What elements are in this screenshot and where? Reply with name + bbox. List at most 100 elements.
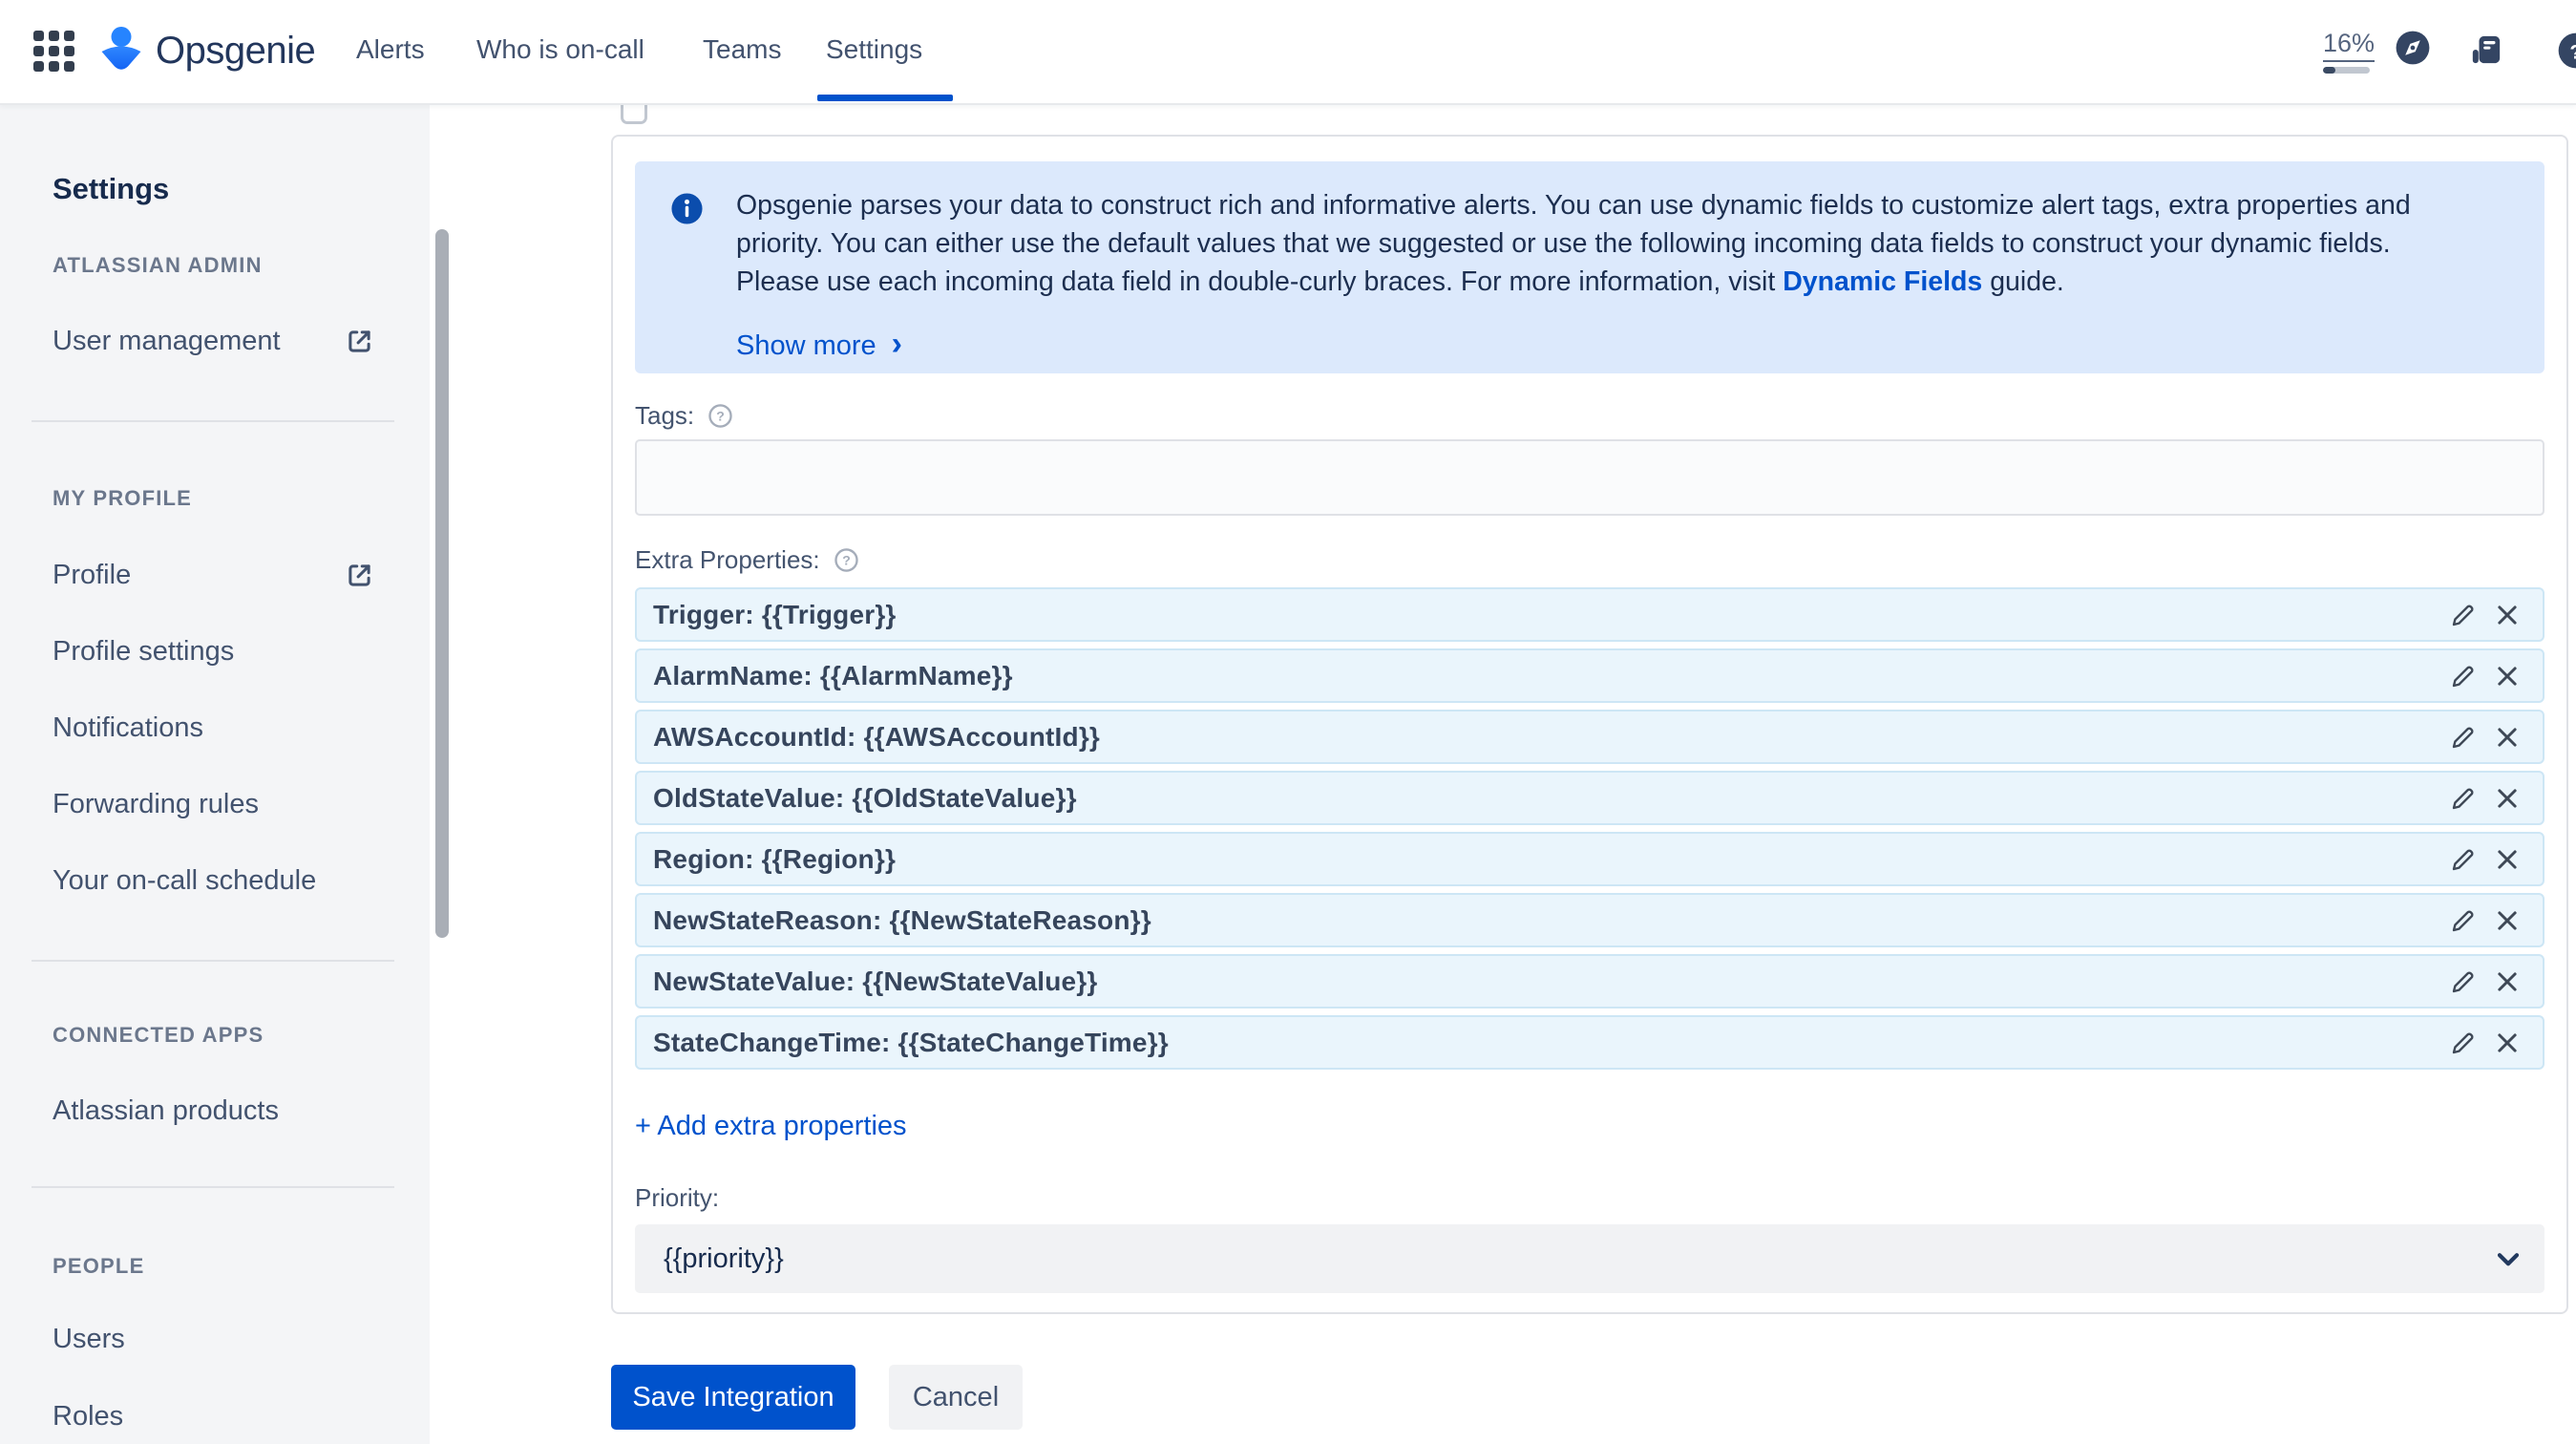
- x-icon: [2498, 666, 2517, 686]
- property-row: AWSAccountId: {{AWSAccountId}}: [635, 710, 2544, 764]
- property-row: Region: {{Region}}: [635, 832, 2544, 886]
- edit-property-button[interactable]: [2447, 843, 2480, 876]
- opsgenie-logo-icon: [101, 27, 141, 70]
- nav-tab-teams[interactable]: Teams: [703, 34, 781, 65]
- form-actions: Save Integration Cancel: [611, 1365, 1023, 1430]
- section-header-connected-apps: CONNECTED APPS: [53, 1023, 264, 1047]
- external-link-icon: [348, 564, 370, 586]
- pencil-icon: [2452, 971, 2474, 992]
- priority-value: {{priority}}: [664, 1242, 784, 1274]
- help-circle-icon[interactable]: ?: [834, 547, 859, 573]
- delete-property-button[interactable]: [2491, 660, 2523, 692]
- pencil-icon: [2452, 788, 2474, 809]
- svg-text:?: ?: [842, 552, 851, 567]
- add-extra-properties-link[interactable]: + Add extra properties: [635, 1111, 907, 1142]
- delete-property-button[interactable]: [2491, 721, 2523, 754]
- x-icon: [2498, 849, 2517, 869]
- delete-property-button[interactable]: [2491, 782, 2523, 815]
- app-switcher-icon[interactable]: [33, 31, 77, 72]
- help-icon[interactable]: ?: [2557, 32, 2576, 70]
- extra-properties-list: Trigger: {{Trigger}} AlarmName: {{AlarmN…: [635, 587, 2544, 1070]
- chevron-right-icon: ›: [891, 326, 902, 362]
- banner-text: Opsgenie parses your data to construct r…: [736, 190, 2411, 297]
- tags-input[interactable]: [635, 439, 2544, 516]
- nav-tab-settings[interactable]: Settings: [826, 34, 922, 65]
- usage-percent: 16%: [2323, 29, 2375, 62]
- x-icon: [2498, 971, 2517, 991]
- integration-settings-card: Opsgenie parses your data to construct r…: [611, 135, 2568, 1314]
- sidebar-item-roles[interactable]: Roles: [0, 1395, 430, 1437]
- sidebar-scrollbar[interactable]: [435, 229, 449, 938]
- section-header-my-profile: MY PROFILE: [53, 486, 193, 510]
- sidebar-item-your-on-call-schedule[interactable]: Your on-call schedule: [0, 860, 430, 902]
- x-icon: [2498, 605, 2517, 625]
- delete-property-button[interactable]: [2491, 966, 2523, 998]
- edit-property-button[interactable]: [2447, 904, 2480, 937]
- property-row: StateChangeTime: {{StateChangeTime}}: [635, 1015, 2544, 1070]
- pencil-icon: [2452, 666, 2474, 687]
- x-icon: [2498, 1032, 2517, 1052]
- sidebar-item-users[interactable]: Users: [0, 1318, 430, 1360]
- pencil-icon: [2452, 910, 2474, 931]
- property-row: Trigger: {{Trigger}}: [635, 587, 2544, 642]
- pencil-icon: [2452, 605, 2474, 626]
- sidebar-item-profile-settings[interactable]: Profile settings: [0, 630, 430, 672]
- top-navigation: Opsgenie Alerts Who is on-call Teams Set…: [0, 0, 2576, 105]
- settings-sidebar: Settings ATLASSIAN ADMIN User management…: [0, 105, 430, 1444]
- external-link-icon: [348, 330, 370, 352]
- sidebar-divider: [32, 420, 394, 422]
- usage-meter[interactable]: 16%: [2323, 29, 2375, 74]
- edit-property-button[interactable]: [2447, 1027, 2480, 1059]
- info-banner: Opsgenie parses your data to construct r…: [635, 161, 2544, 373]
- property-row: NewStateValue: {{NewStateValue}}: [635, 954, 2544, 1009]
- info-icon: [671, 193, 703, 224]
- extra-properties-label-row: Extra Properties: ?: [635, 544, 2544, 575]
- delete-property-button[interactable]: [2491, 599, 2523, 631]
- sidebar-item-forwarding-rules[interactable]: Forwarding rules: [0, 783, 430, 825]
- delete-property-button[interactable]: [2491, 843, 2523, 876]
- edit-property-button[interactable]: [2447, 660, 2480, 692]
- pencil-icon: [2452, 727, 2474, 748]
- property-row: NewStateReason: {{NewStateReason}}: [635, 893, 2544, 947]
- brand[interactable]: Opsgenie: [98, 26, 316, 75]
- sidebar-divider: [32, 1186, 394, 1188]
- priority-label: Priority:: [635, 1183, 720, 1212]
- priority-select[interactable]: {{priority}}: [635, 1224, 2544, 1293]
- help-circle-icon[interactable]: ?: [707, 403, 733, 429]
- edit-property-button[interactable]: [2447, 599, 2480, 631]
- show-more-link[interactable]: Show more ›: [736, 326, 902, 362]
- sidebar-item-atlassian-products[interactable]: Atlassian products: [0, 1090, 430, 1132]
- section-header-atlassian-admin: ATLASSIAN ADMIN: [53, 253, 263, 277]
- chevron-down-icon: [2497, 1253, 2520, 1266]
- release-notes-icon[interactable]: [2467, 31, 2505, 69]
- edit-property-button[interactable]: [2447, 966, 2480, 998]
- svg-text:?: ?: [2569, 39, 2576, 63]
- nav-tab-who-is-on-call[interactable]: Who is on-call: [476, 34, 644, 65]
- property-row: AlarmName: {{AlarmName}}: [635, 648, 2544, 703]
- sidebar-item-notifications[interactable]: Notifications: [0, 707, 430, 749]
- brand-name: Opsgenie: [156, 29, 316, 72]
- x-icon: [2498, 727, 2517, 747]
- cancel-button[interactable]: Cancel: [889, 1365, 1023, 1430]
- delete-property-button[interactable]: [2491, 904, 2523, 937]
- edit-property-button[interactable]: [2447, 782, 2480, 815]
- compass-icon[interactable]: [2395, 30, 2431, 66]
- delete-property-button[interactable]: [2491, 1027, 2523, 1059]
- active-tab-indicator: [817, 95, 953, 101]
- property-row: OldStateValue: {{OldStateValue}}: [635, 771, 2544, 825]
- usage-progress-bar: [2323, 67, 2370, 74]
- x-icon: [2498, 788, 2517, 808]
- edit-property-button[interactable]: [2447, 721, 2480, 754]
- sidebar-item-profile[interactable]: Profile: [0, 554, 430, 596]
- pencil-icon: [2452, 849, 2474, 870]
- save-integration-button[interactable]: Save Integration: [611, 1365, 855, 1430]
- section-header-people: PEOPLE: [53, 1254, 145, 1278]
- sidebar-item-user-management[interactable]: User management: [0, 320, 430, 362]
- sidebar-divider: [32, 960, 394, 962]
- svg-text:?: ?: [716, 408, 725, 423]
- sidebar-title: Settings: [53, 172, 170, 205]
- pencil-icon: [2452, 1032, 2474, 1053]
- nav-tab-alerts[interactable]: Alerts: [356, 34, 425, 65]
- tags-label-row: Tags: ?: [635, 400, 2544, 431]
- dynamic-fields-link[interactable]: Dynamic Fields: [1783, 266, 1982, 297]
